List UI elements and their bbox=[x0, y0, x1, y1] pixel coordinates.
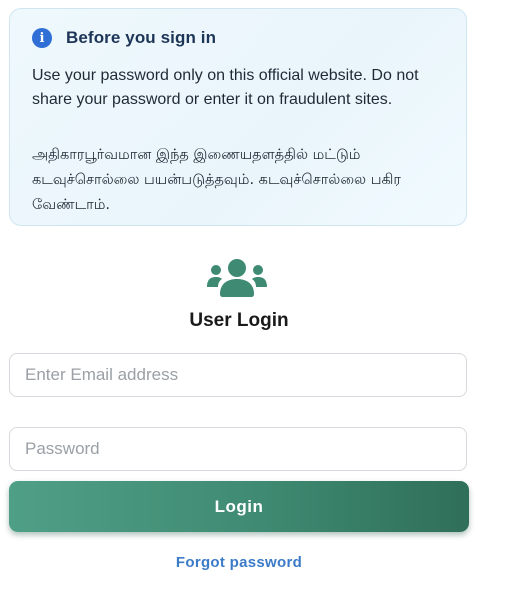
notice-message-english: Use your password only on this official … bbox=[32, 67, 419, 108]
info-icon: i bbox=[32, 28, 52, 48]
notice-title: Before you sign in bbox=[66, 28, 217, 47]
login-button[interactable]: Login bbox=[9, 481, 469, 532]
forgot-password-link[interactable]: Forgot password bbox=[0, 554, 478, 571]
notice-message-tamil: அதிகாரபூர்வமான இந்த இணையதளத்தில் மட்டும்… bbox=[32, 147, 401, 213]
email-field[interactable] bbox=[9, 353, 467, 397]
sign-in-notice: i Before you sign in Use your password o… bbox=[9, 8, 467, 226]
users-icon bbox=[207, 259, 267, 297]
notice-header: i Before you sign in bbox=[32, 28, 216, 48]
login-title: User Login bbox=[189, 310, 289, 331]
password-field[interactable] bbox=[9, 427, 467, 471]
